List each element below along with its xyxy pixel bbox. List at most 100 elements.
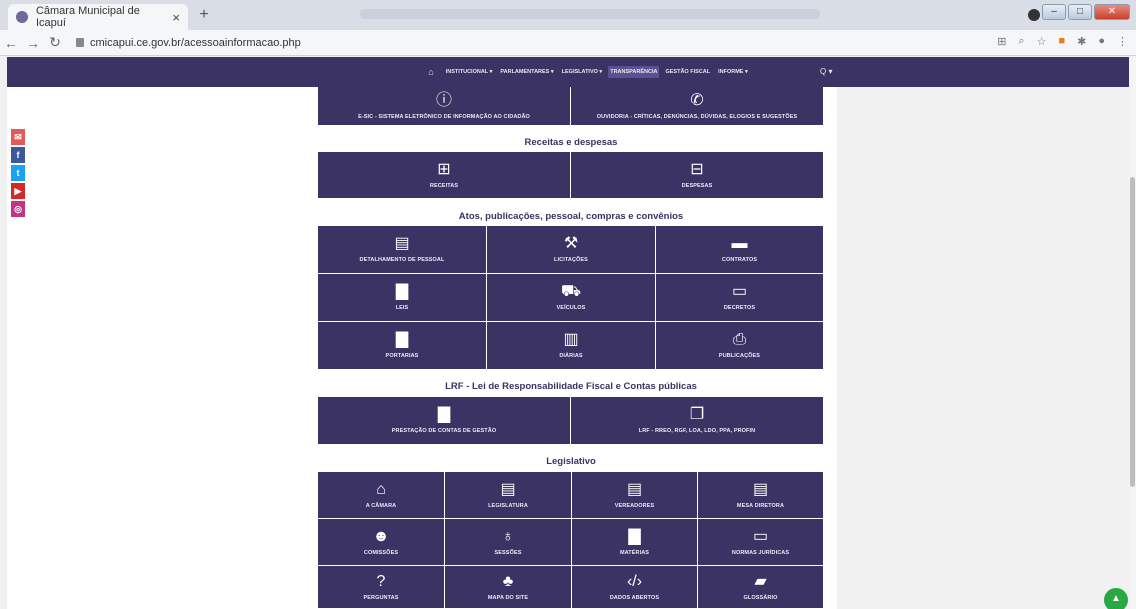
tile-label: MESA DIRETORA	[736, 502, 785, 509]
profile-icon[interactable]	[1028, 9, 1040, 21]
bus-icon: ⛟	[560, 283, 582, 300]
pdf-icon: ⎙	[733, 331, 746, 348]
menu-item-parlamentares[interactable]: PARLAMENTARES ▾	[498, 66, 555, 78]
briefcase-icon: ▬	[731, 235, 748, 252]
tile-esic[interactable]: ⓘ E-SIC - SISTEMA ELETRÔNICO DE INFORMAÇ…	[318, 87, 571, 126]
id-card-icon: ▤	[500, 480, 516, 498]
forward-icon[interactable]: →	[22, 35, 44, 51]
zoom-icon[interactable]: ⌕	[1018, 35, 1024, 48]
close-tab-icon[interactable]: ×	[172, 10, 180, 25]
tile-ouvidoria[interactable]: ✆ OUVIDORIA - CRÍTICAS, DENÚNCIAS, DÚVID…	[571, 87, 824, 126]
tile-glossario[interactable]: ▰ GLOSSÁRIO	[698, 566, 824, 609]
menu-item-institucional[interactable]: INSTITUCIONAL ▾	[444, 66, 495, 78]
maximize-icon[interactable]: □	[1068, 4, 1092, 20]
email-icon[interactable]: ✉	[11, 129, 25, 145]
scrollbar[interactable]	[1129, 57, 1136, 609]
url-field[interactable]: cmicapui.ce.gov.br/acessoainformacao.php	[76, 37, 301, 49]
menu-icon[interactable]: ⋮	[1117, 35, 1128, 48]
tile-label: MATÉRIAS	[619, 549, 650, 556]
tile-label: VEÍCULOS	[556, 305, 586, 311]
tile-portarias[interactable]: ▇ PORTARIAS	[318, 322, 487, 370]
tile-sessoes[interactable]: ♁ SESSÕES	[445, 519, 572, 566]
translate-icon[interactable]: ⊞	[997, 35, 1006, 48]
tile-receitas[interactable]: ⊞ RECEITAS	[318, 152, 571, 199]
tile-lrf-relatorios[interactable]: ❐ LRF - RREO, RGF, LOA, LDO, PPA, PROFIN	[571, 397, 824, 445]
scroll-top-button[interactable]: ▲	[1104, 588, 1128, 609]
tile-licitacoes[interactable]: ⚒ LICITAÇÕES	[487, 226, 656, 274]
scrollbar-thumb[interactable]	[1130, 177, 1135, 487]
lock-icon	[76, 38, 84, 47]
window-controls: – □ ✕	[1042, 4, 1130, 20]
account-icon[interactable]: ●	[1098, 35, 1105, 48]
youtube-icon[interactable]: ▶	[11, 183, 25, 199]
puzzle-icon[interactable]: ✱	[1077, 35, 1086, 48]
tile-label: DADOS ABERTOS	[609, 594, 660, 601]
tile-decretos[interactable]: ▭ DECRETOS	[656, 274, 824, 322]
home-icon[interactable]: ⌂	[426, 64, 435, 80]
tile-label: COMISSÕES	[363, 549, 399, 556]
suitcase-icon: ▥	[563, 331, 579, 348]
minimize-icon[interactable]: –	[1042, 4, 1066, 20]
menu-item-informe[interactable]: INFORME ▾	[716, 66, 750, 78]
new-tab-button[interactable]: +	[195, 6, 213, 24]
close-window-icon[interactable]: ✕	[1094, 4, 1130, 20]
tile-label: RECEITAS	[429, 182, 459, 189]
chevron-up-icon: ▲	[1111, 593, 1121, 604]
tile-label: OUVIDORIA - CRÍTICAS, DENÚNCIAS, DÚVIDAS…	[596, 113, 798, 120]
file-icon: ▇	[395, 283, 409, 300]
tab-title: Câmara Municipal de Icapuí	[35, 5, 140, 29]
browser-tab[interactable]: Câmara Municipal de Icapuí ×	[8, 4, 188, 30]
tile-comissoes[interactable]: ☻ COMISSÕES	[318, 519, 445, 566]
tile-vereadores[interactable]: ▤ VEREADORES	[572, 472, 698, 519]
tile-publicacoes[interactable]: ⎙ PUBLICAÇÕES	[656, 322, 824, 370]
tile-prestacao-contas[interactable]: ▇ PRESTAÇÃO DE CONTAS DE GESTÃO	[318, 397, 571, 445]
tile-veiculos[interactable]: ⛟ VEÍCULOS	[487, 274, 656, 322]
tile-perguntas[interactable]: ? PERGUNTAS	[318, 566, 445, 609]
section-title-receitas: Receitas e despesas	[524, 137, 618, 148]
tile-despesas[interactable]: ⊟ DESPESAS	[571, 152, 824, 199]
search-icon[interactable]: Q ▾	[820, 67, 832, 76]
tile-legislatura[interactable]: ▤ LEGISLATURA	[445, 472, 572, 519]
id-card-icon: ▤	[626, 480, 643, 498]
institution-icon: ⌂	[376, 480, 386, 498]
tile-label: DIÁRIAS	[559, 353, 583, 359]
back-icon[interactable]: ←	[0, 35, 22, 51]
tile-mapa-site[interactable]: ♣ MAPA DO SITE	[445, 566, 572, 609]
star-icon[interactable]: ☆	[1037, 35, 1047, 48]
file-outline-icon: ▭	[752, 527, 769, 545]
instagram-icon[interactable]: ◎	[11, 201, 25, 217]
tile-dados-abertos[interactable]: ‹/› DADOS ABERTOS	[572, 566, 698, 609]
tile-normas-juridicas[interactable]: ▭ NORMAS JURÍDICAS	[698, 519, 824, 566]
phone-icon: ✆	[690, 91, 704, 109]
menu-item-legislativo[interactable]: LEGISLATIVO ▾	[560, 66, 605, 78]
tile-materias[interactable]: ▇ MATÉRIAS	[572, 519, 698, 566]
tile-label: E-SIC - SISTEMA ELETRÔNICO DE INFORMAÇÃO…	[358, 113, 530, 120]
tile-label: PERGUNTAS	[363, 594, 399, 601]
tile-diarias[interactable]: ▥ DIÁRIAS	[487, 322, 656, 370]
tile-label: A CÂMARA	[365, 502, 397, 509]
tile-label: DECRETOS	[723, 305, 756, 311]
tile-detalhamento-pessoal[interactable]: ▤ DETALHAMENTO DE PESSOAL	[318, 226, 487, 274]
plus-square-icon: ⊞	[437, 160, 451, 178]
reload-icon[interactable]: ↻	[44, 34, 66, 51]
section-title-lrf: LRF - Lei de Responsabilidade Fiscal e C…	[445, 381, 697, 392]
facebook-icon[interactable]: f	[11, 147, 25, 163]
menu-item-transparencia[interactable]: TRANSPARÊNCIA	[608, 66, 660, 78]
tile-leis[interactable]: ▇ LEIS	[318, 274, 487, 322]
twitter-icon[interactable]: t	[11, 165, 25, 181]
blurred-window-title	[360, 9, 820, 19]
tile-a-camara[interactable]: ⌂ A CÂMARA	[318, 472, 445, 519]
tile-label: DETALHAMENTO DE PESSOAL	[359, 257, 445, 263]
tile-contratos[interactable]: ▬ CONTRATOS	[656, 226, 824, 274]
right-margin	[837, 87, 1129, 609]
site-navbar: ⌂ INSTITUCIONAL ▾ PARLAMENTARES ▾ LEGISL…	[7, 57, 1129, 87]
copy-icon: ❐	[689, 406, 705, 423]
tile-label: SESSÕES	[494, 549, 522, 556]
tile-label: CONTRATOS	[721, 257, 758, 263]
extension-icon[interactable]: ■	[1058, 35, 1065, 48]
menu-item-gestao-fiscal[interactable]: GESTÃO FISCAL	[663, 66, 712, 78]
tile-label: LRF - RREO, RGF, LOA, LDO, PPA, PROFIN	[638, 428, 756, 434]
file-outline-icon: ▭	[731, 283, 748, 300]
tile-label: LICITAÇÕES	[554, 257, 588, 263]
tile-mesa-diretora[interactable]: ▤ MESA DIRETORA	[698, 472, 824, 519]
